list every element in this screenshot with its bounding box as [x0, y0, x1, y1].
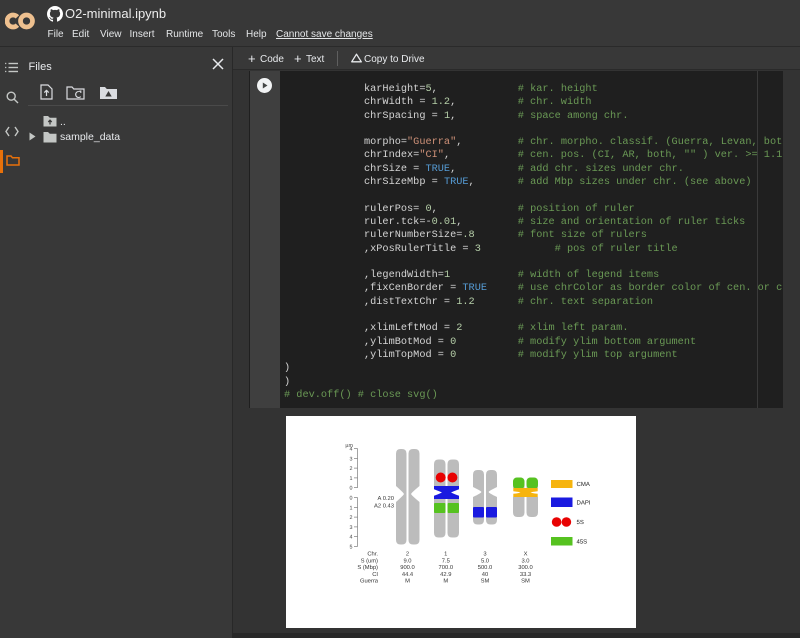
svg-text:5.0: 5.0 [481, 557, 489, 564]
svg-text:2: 2 [406, 551, 409, 558]
svg-text:2: 2 [350, 466, 353, 472]
svg-text:S (Mbp): S (Mbp) [357, 564, 378, 571]
svg-text:5S: 5S [577, 519, 584, 526]
svg-text:1: 1 [350, 476, 353, 482]
svg-text:SM: SM [521, 578, 530, 585]
svg-text:DAPI: DAPI [577, 500, 591, 507]
svg-text:µm: µm [345, 443, 353, 449]
svg-text:Guerra: Guerra [360, 578, 379, 585]
svg-text:1: 1 [350, 505, 353, 511]
svg-text:40: 40 [482, 571, 488, 578]
svg-text:700.0: 700.0 [439, 564, 454, 571]
svg-text:5: 5 [350, 545, 353, 551]
svg-text:SM: SM [481, 578, 490, 585]
svg-text:Chr.: Chr. [367, 551, 378, 558]
svg-text:S (um): S (um) [361, 557, 378, 564]
svg-text:7.5: 7.5 [442, 558, 450, 564]
svg-text:3.0: 3.0 [521, 557, 529, 564]
svg-text:2: 2 [350, 515, 353, 521]
svg-text:A 0.20: A 0.20 [378, 495, 394, 502]
svg-text:CMA: CMA [577, 481, 590, 488]
svg-text:1: 1 [444, 552, 447, 558]
svg-text:9.0: 9.0 [403, 557, 411, 564]
svg-text:A2 0.43: A2 0.43 [374, 503, 394, 510]
svg-text:45S: 45S [577, 538, 588, 545]
svg-text:33.3: 33.3 [520, 571, 531, 578]
svg-text:3: 3 [350, 456, 353, 462]
svg-text:M: M [405, 579, 410, 585]
svg-text:900.0: 900.0 [400, 564, 415, 571]
svg-text:0: 0 [350, 496, 353, 502]
svg-text:3: 3 [483, 551, 486, 558]
svg-text:42.9: 42.9 [440, 571, 451, 578]
svg-text:300.0: 300.0 [518, 564, 533, 571]
svg-text:500.0: 500.0 [478, 564, 493, 571]
svg-text:X: X [524, 552, 528, 558]
svg-text:3: 3 [350, 525, 353, 531]
svg-text:0: 0 [350, 486, 353, 492]
svg-text:M: M [443, 579, 448, 585]
svg-text:4: 4 [350, 535, 353, 541]
svg-text:44.4: 44.4 [402, 572, 414, 578]
svg-text:CI: CI [372, 571, 378, 578]
